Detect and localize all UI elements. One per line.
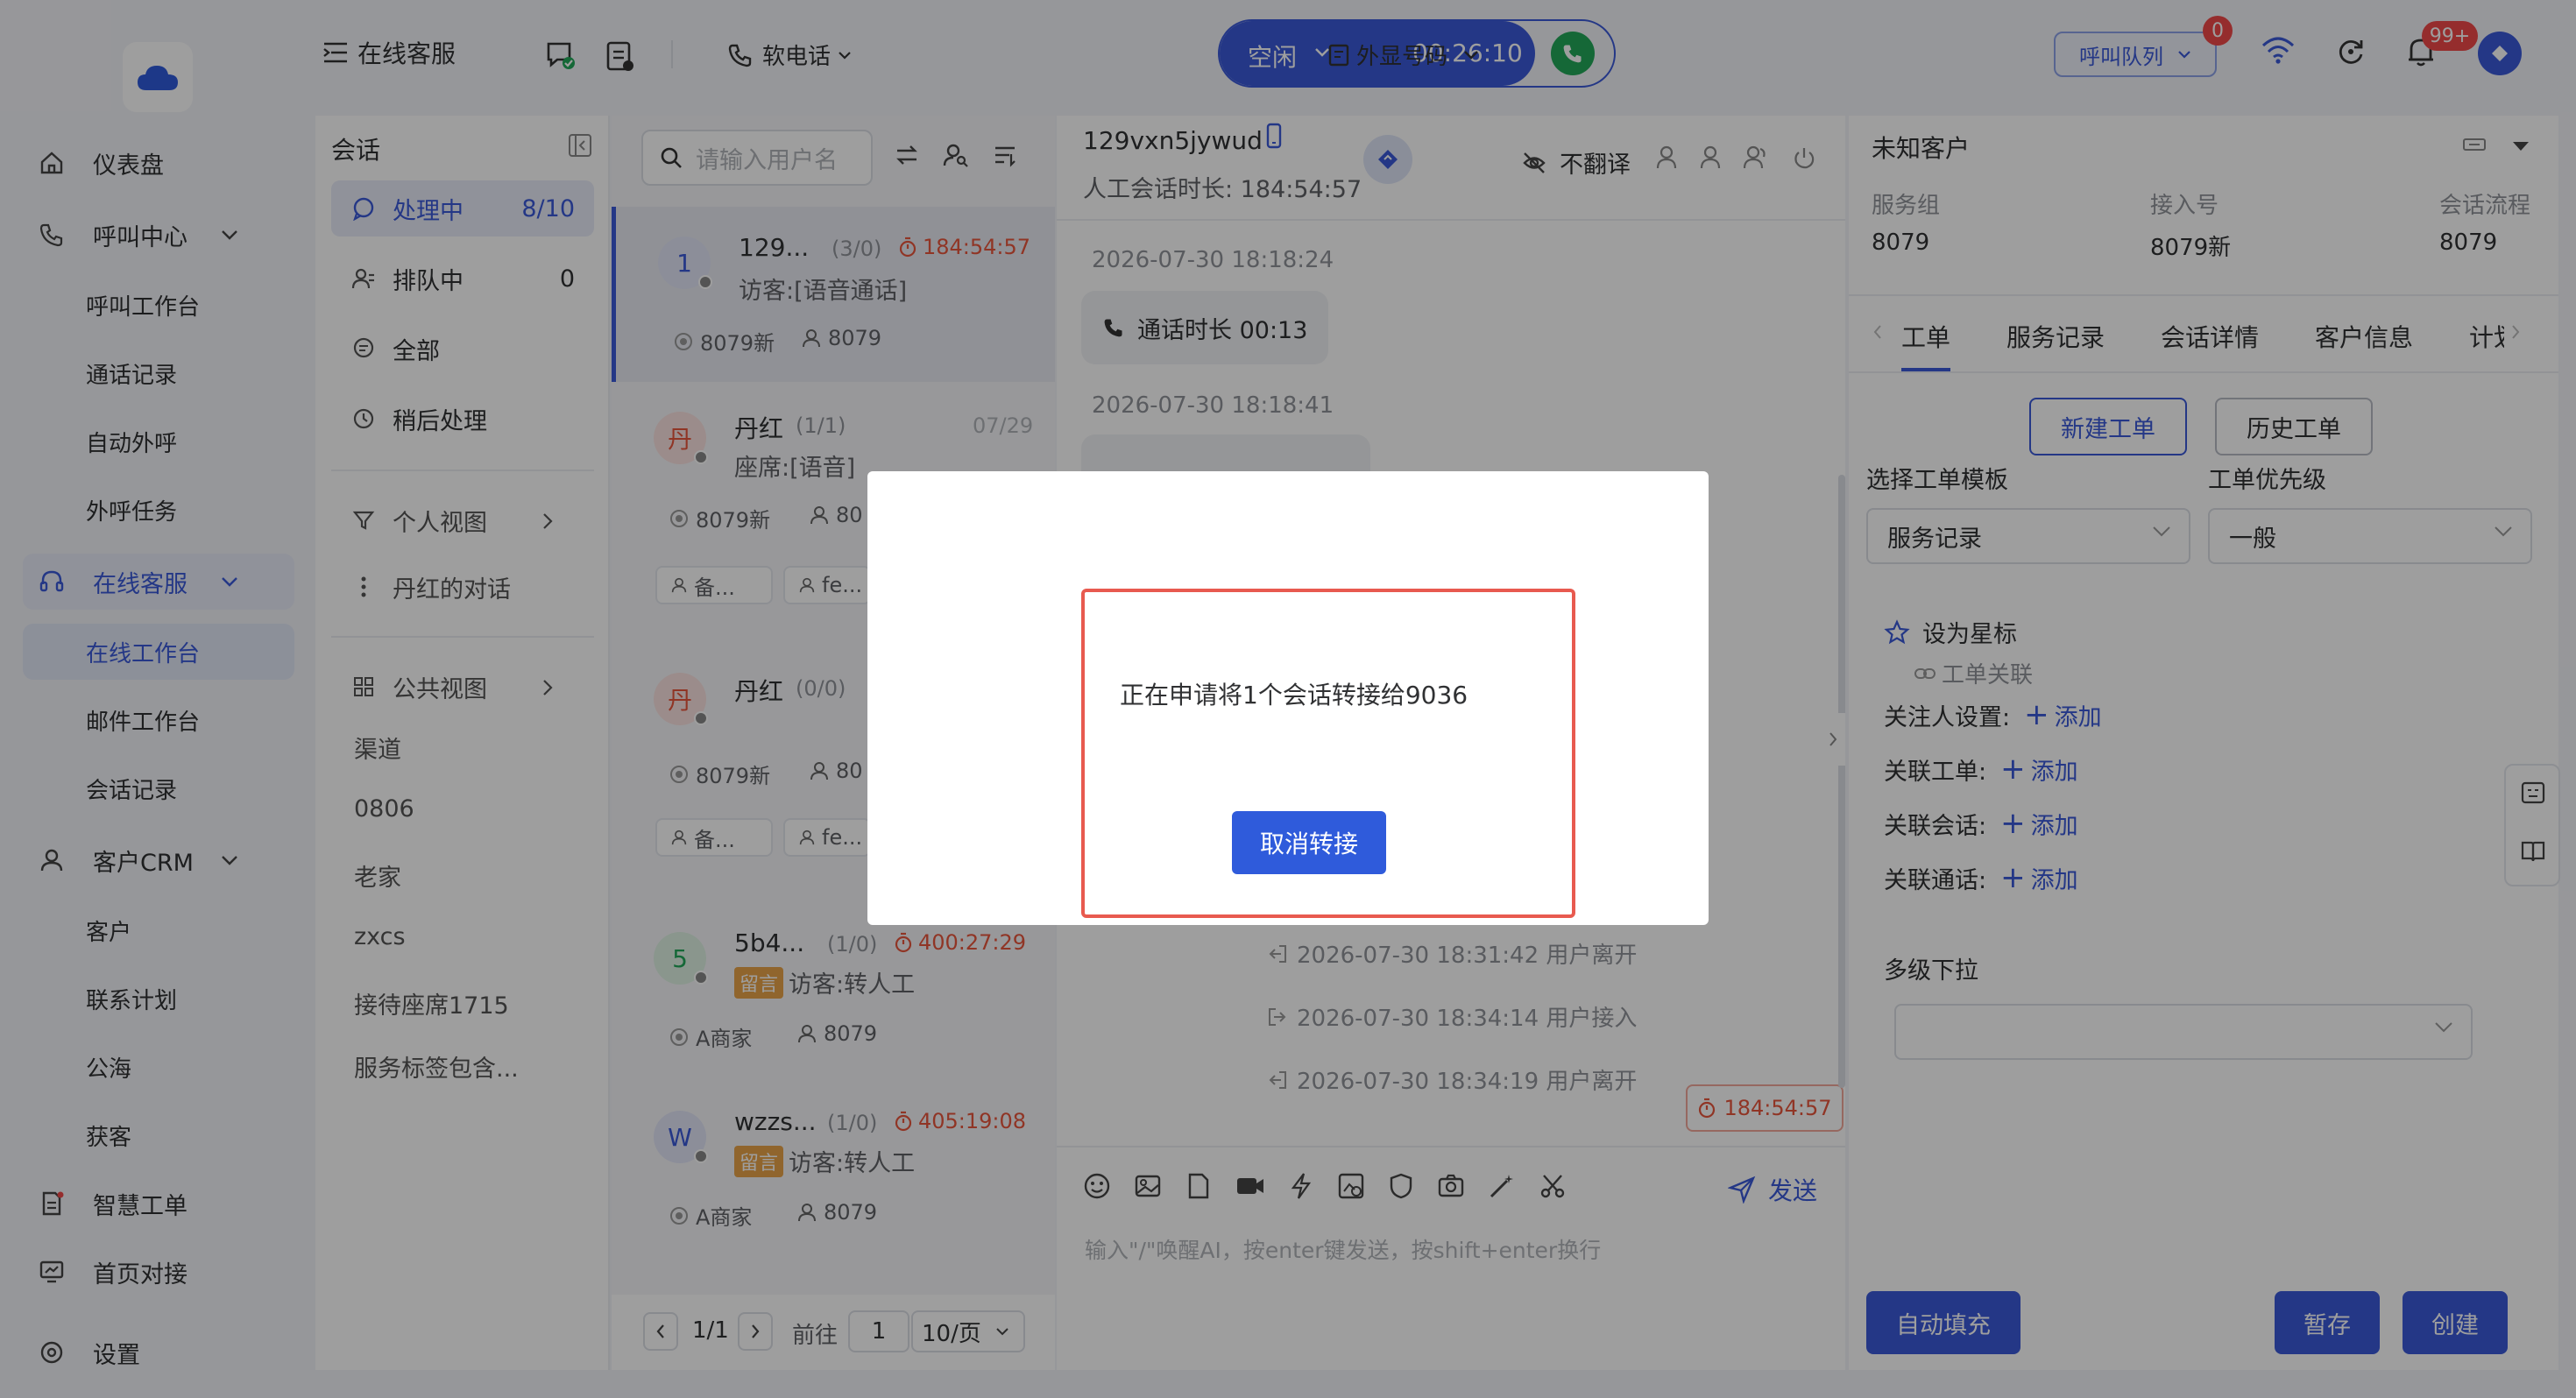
cancel-transfer-button[interactable]: 取消转接 — [1232, 811, 1386, 874]
transfer-message: 正在申请将1个会话转接给9036 — [1120, 681, 1468, 710]
